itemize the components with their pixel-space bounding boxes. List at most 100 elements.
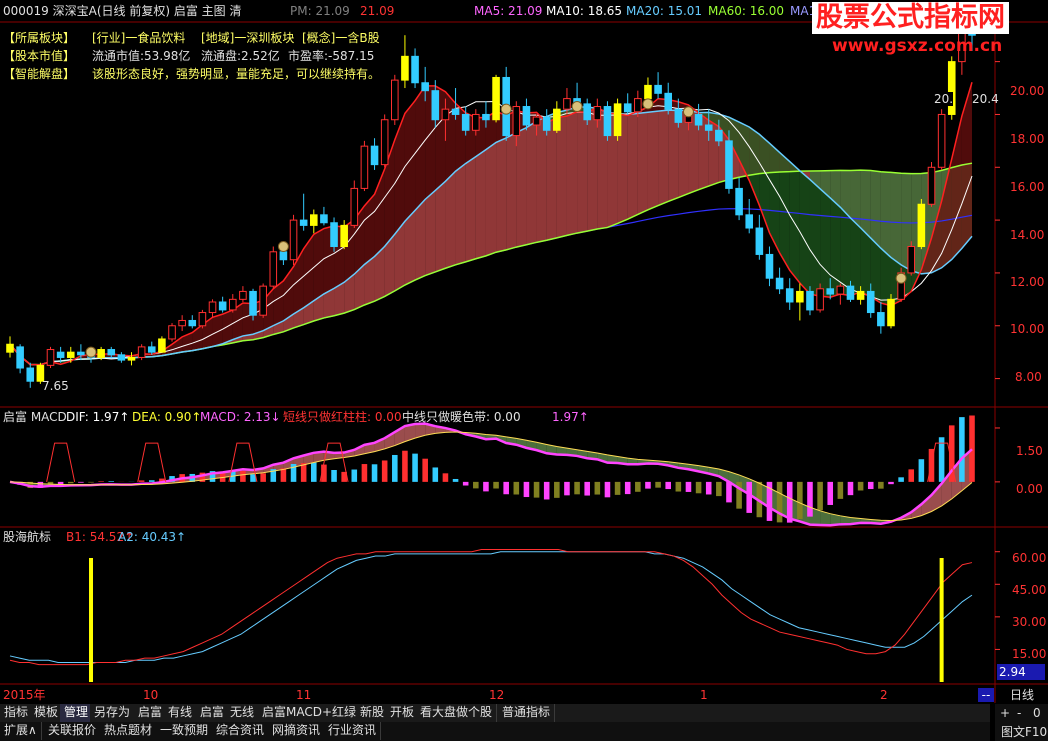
tab-new-stock[interactable]: 新股: [356, 704, 390, 722]
ma10-label: MA10: 18.65: [546, 4, 623, 18]
signal-marker: [277, 241, 289, 253]
ma-band-wide: [566, 107, 578, 236]
ma-band-narrow: [415, 85, 426, 211]
tab-manage[interactable]: 管理: [60, 704, 94, 722]
tab-qifu-2[interactable]: 启富: [196, 704, 230, 722]
ma-band-wide: [445, 171, 456, 269]
ma-band-wide: [465, 156, 476, 262]
candle-body: [77, 351, 85, 356]
candle-body: [603, 106, 612, 137]
candle-body: [228, 298, 237, 311]
candle-body: [613, 103, 622, 137]
analysis-text: 该股形态良好，强势明显，量能充足，可以继续持有。: [92, 67, 381, 81]
tab-consensus[interactable]: 一致预期: [156, 722, 214, 740]
tab-normal-indicator[interactable]: 普通指标: [498, 704, 556, 722]
candle-body: [340, 224, 348, 248]
tab-open-board[interactable]: 开板: [386, 704, 420, 722]
tab-market-stock[interactable]: 看大盘做个股: [416, 704, 498, 722]
ma-band-narrow: [799, 170, 810, 295]
industry-text[interactable]: [行业]一食品饮料: [92, 31, 185, 45]
tab-hot-topics[interactable]: 热点题材: [100, 722, 158, 740]
ma5-label: MA5: 21.09: [474, 4, 543, 18]
macd-value: MACD: 2.13↓: [200, 410, 281, 424]
price-tick-8: 8.00: [1015, 370, 1042, 384]
candle-body: [127, 356, 136, 361]
ma-band-narrow: [830, 197, 841, 298]
candle-body: [299, 219, 308, 226]
time-label-2015: 2015年: [3, 688, 46, 702]
macd-short-label: 短线只做红柱柱: 0.00: [283, 410, 402, 424]
watermark-title: 股票公式指标网: [812, 2, 1009, 34]
float-cap-text: 流通市值:53.98亿: [92, 49, 191, 63]
ma-band-wide: [637, 112, 648, 215]
tab-wuxian[interactable]: 无线: [226, 704, 260, 722]
candle-body: [461, 113, 470, 131]
macd-tick-0-00: 0.00: [1016, 482, 1043, 496]
f10-button[interactable]: 图文F10: [1001, 725, 1047, 739]
candle-body: [107, 349, 116, 356]
tab-template[interactable]: 模板: [30, 704, 64, 722]
scroll-indicator[interactable]: --: [978, 688, 994, 702]
candle-body: [309, 214, 318, 226]
candle-body: [887, 298, 895, 327]
price-tick-14: 14.00: [1010, 228, 1045, 242]
region-text[interactable]: [地域]一深圳板块: [201, 31, 294, 45]
macd-panel-name[interactable]: 启富 MACD: [3, 410, 67, 424]
candle-body: [66, 351, 75, 358]
float-shares-text: 流通盘:2.52亿: [201, 49, 280, 63]
candle-body: [694, 113, 703, 126]
high-price-label: 20.: [934, 92, 954, 106]
chart-canvas[interactable]: [0, 0, 1048, 741]
candle-body: [279, 251, 288, 261]
zoom-reset-button[interactable]: 0: [1033, 706, 1041, 720]
candle-body: [441, 108, 450, 121]
tab-industry-news[interactable]: 行业资讯: [324, 722, 382, 740]
ma-band-narrow: [820, 188, 831, 298]
candle-body: [97, 349, 105, 358]
candle-body: [178, 319, 186, 327]
price-tick-18: 18.00: [1010, 132, 1045, 146]
indicator-tab-bar: 指标 模板 管理 另存为 启富 有线 启富 无线 启富MACD+红绿灯 新股 开…: [0, 704, 990, 722]
candle-body: [937, 113, 946, 168]
period-label[interactable]: 日线: [1010, 688, 1034, 702]
candle-body: [451, 108, 460, 115]
tab-web-news[interactable]: 网摘资讯: [268, 722, 326, 740]
osc-current-value: 2.94: [997, 664, 1045, 680]
tab-news[interactable]: 综合资讯: [212, 722, 270, 740]
ma-band-narrow: [313, 228, 324, 301]
candle-body: [856, 290, 865, 300]
candle-body: [583, 103, 591, 121]
candle-body: [796, 290, 804, 303]
concept-text[interactable]: [概念]一含B股: [302, 31, 380, 45]
time-label-jan: 1: [700, 688, 708, 702]
macd-dif: DIF: 1.97↑: [66, 410, 130, 424]
tab-youxian[interactable]: 有线: [164, 704, 198, 722]
zoom-out-button[interactable]: -: [1017, 706, 1021, 720]
candle-body: [593, 106, 602, 121]
osc-panel-name[interactable]: 股海航标: [3, 530, 51, 544]
tab-indicator[interactable]: 指标: [0, 704, 34, 722]
zoom-in-button[interactable]: +: [1000, 706, 1010, 720]
ma-band-wide: [404, 210, 416, 286]
tab-qifu-1[interactable]: 启富: [134, 704, 168, 722]
candle-body: [785, 288, 794, 303]
candle-body: [826, 288, 835, 295]
price-tick-20: 20.00: [1010, 84, 1045, 98]
candle-body: [877, 312, 885, 327]
info-tab-bar: 扩展∧ 关联报价 热点题材 一致预期 综合资讯 网摘资讯 行业资讯: [0, 722, 990, 741]
tab-related-quote[interactable]: 关联报价: [44, 722, 102, 740]
ma-band-narrow: [404, 100, 416, 222]
ma-band-wide: [647, 111, 659, 210]
ma-band-wide: [475, 149, 486, 259]
pm-value: 21.09: [360, 4, 395, 18]
pe-text: 市盈率:-587.15: [288, 49, 375, 63]
macd-signal-trapezoid: [137, 442, 167, 482]
ma-band-wide: [425, 190, 436, 276]
tab-save-as[interactable]: 另存为: [90, 704, 136, 722]
watermark-logo: 股票公式指标网 www.gsxz.com.cn: [812, 2, 1044, 60]
tab-expand[interactable]: 扩展∧: [0, 722, 42, 740]
candle-body: [725, 140, 733, 189]
macd-dif-line: [9, 422, 973, 527]
candle-body: [745, 214, 754, 229]
ma-band-narrow: [445, 91, 456, 182]
